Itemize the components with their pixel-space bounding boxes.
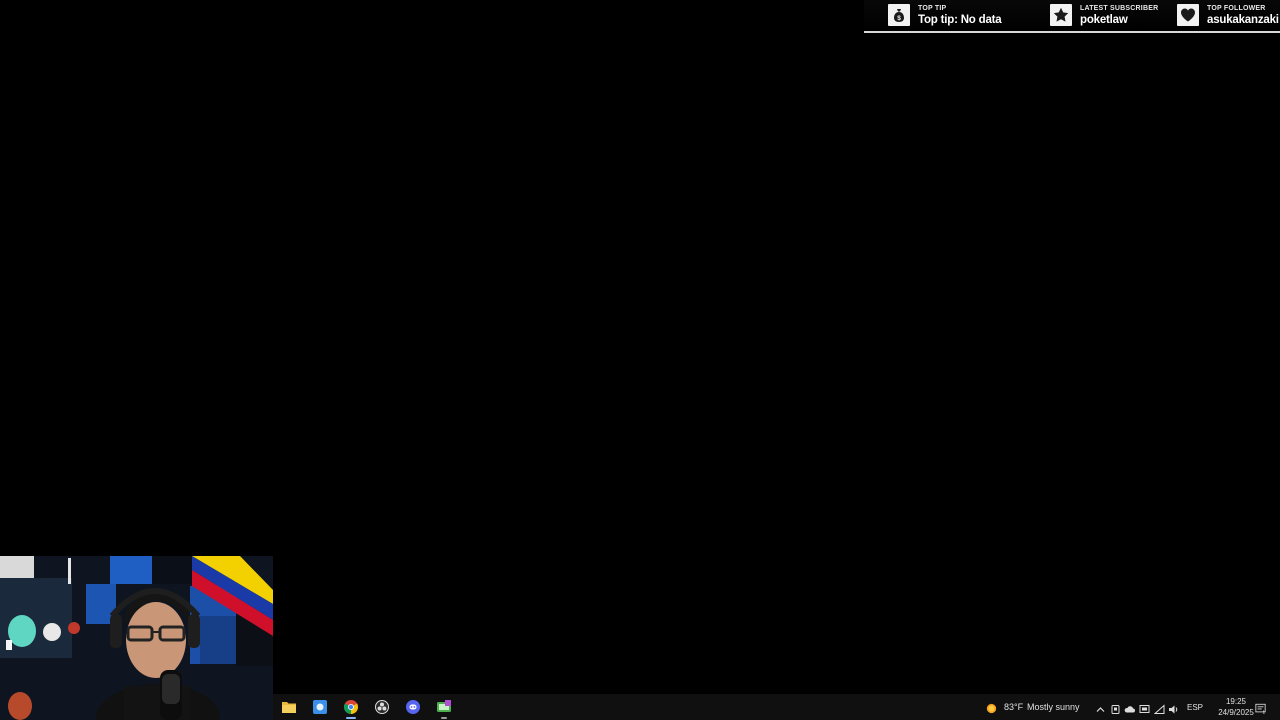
- display-icon[interactable]: [1139, 702, 1150, 713]
- top-tip-value: Top tip: No data: [918, 14, 1002, 26]
- weather-temperature[interactable]: 83°F: [1004, 702, 1023, 712]
- top-follower-value: asukakanzaki: [1207, 14, 1279, 26]
- discord-icon: [406, 700, 420, 714]
- top-tip-label: TOP TIP: [918, 5, 947, 12]
- store-icon: [313, 700, 327, 714]
- webcam-scene: [0, 556, 273, 720]
- weather-sun-icon[interactable]: [986, 701, 999, 714]
- cloud-icon[interactable]: [1124, 702, 1135, 713]
- heart-icon: [1177, 4, 1199, 26]
- volume-icon[interactable]: [1168, 702, 1179, 714]
- taskbar-discord[interactable]: [399, 694, 427, 720]
- obs-icon: [375, 700, 389, 714]
- taskbar-store[interactable]: [306, 694, 334, 720]
- folder-icon: [282, 702, 296, 713]
- app-icon: [437, 700, 451, 712]
- taskbar-chrome[interactable]: [337, 694, 365, 720]
- language-indicator[interactable]: ESP: [1187, 703, 1203, 712]
- webcam-feed: [0, 556, 273, 720]
- taskbar: 83°F Mostly sunny ESP 19:25 24/9/2025 1: [273, 694, 1280, 720]
- taskbar-file-explorer[interactable]: [275, 694, 303, 720]
- latest-subscriber-value: poketlaw: [1080, 14, 1128, 26]
- latest-subscriber-alert: LATEST SUBSCRIBER poketlaw: [1050, 3, 1170, 29]
- network-icon[interactable]: [1153, 702, 1165, 714]
- weather-condition[interactable]: Mostly sunny: [1027, 702, 1080, 712]
- money-bag-icon: $: [888, 4, 910, 26]
- svg-text:$: $: [897, 15, 901, 22]
- chrome-icon: [344, 700, 358, 714]
- taskbar-app[interactable]: [430, 694, 458, 720]
- notifications-icon[interactable]: 1: [1255, 701, 1268, 715]
- top-follower-alert: TOP FOLLOWER asukakanzaki: [1177, 3, 1280, 29]
- stream-alerts-bar: $ TOP TIP Top tip: No data LATEST SUBSCR…: [864, 0, 1280, 33]
- clock-time[interactable]: 19:25: [1216, 697, 1256, 706]
- star-icon: [1050, 4, 1072, 26]
- chevron-up-icon[interactable]: [1095, 702, 1106, 713]
- tray-app-icon[interactable]: [1110, 702, 1121, 714]
- latest-subscriber-label: LATEST SUBSCRIBER: [1080, 5, 1159, 12]
- top-follower-label: TOP FOLLOWER: [1207, 5, 1266, 12]
- taskbar-obs[interactable]: [368, 694, 396, 720]
- top-tip-alert: $ TOP TIP Top tip: No data: [888, 3, 1038, 29]
